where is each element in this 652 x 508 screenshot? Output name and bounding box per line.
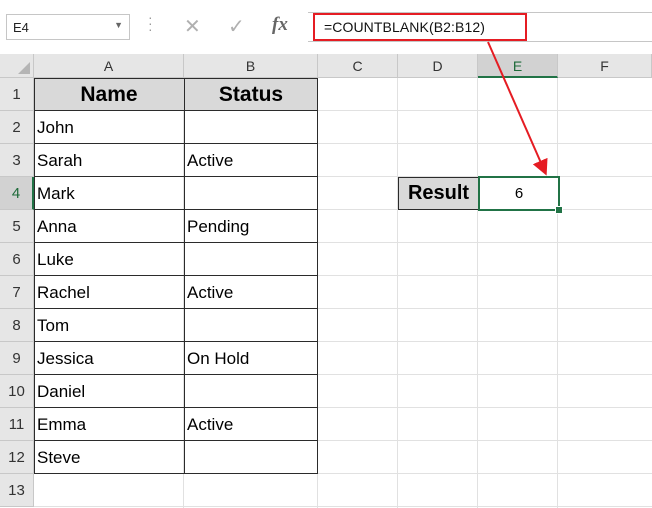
result-cell[interactable]: 6 bbox=[478, 176, 560, 211]
status-cell[interactable]: Active bbox=[184, 276, 318, 309]
header-cell-name[interactable]: Name bbox=[34, 78, 184, 111]
name-cell[interactable]: Sarah bbox=[34, 144, 184, 177]
name-cell[interactable]: Jessica bbox=[34, 342, 184, 375]
status-cell[interactable] bbox=[184, 309, 318, 342]
row-header-11[interactable]: 11 bbox=[0, 408, 34, 441]
status-cell[interactable] bbox=[184, 375, 318, 408]
name-cell[interactable]: Anna bbox=[34, 210, 184, 243]
column-header-f[interactable]: F bbox=[558, 54, 652, 78]
table-border bbox=[34, 341, 318, 342]
status-cell[interactable] bbox=[184, 111, 318, 144]
select-all-icon bbox=[18, 62, 30, 74]
table-border bbox=[34, 110, 318, 111]
row-header-4[interactable]: 4 bbox=[0, 177, 34, 210]
status-cell[interactable]: Pending bbox=[184, 210, 318, 243]
name-cell[interactable]: John bbox=[34, 111, 184, 144]
table-border bbox=[34, 308, 318, 309]
name-cell[interactable]: Daniel bbox=[34, 375, 184, 408]
gridline bbox=[477, 78, 478, 508]
status-cell[interactable]: Active bbox=[184, 408, 318, 441]
status-cell[interactable] bbox=[184, 243, 318, 276]
row-header-8[interactable]: 8 bbox=[0, 309, 34, 342]
column-header-e[interactable]: E bbox=[478, 54, 558, 78]
table-border bbox=[34, 374, 318, 375]
name-cell[interactable]: Rachel bbox=[34, 276, 184, 309]
column-header-d[interactable]: D bbox=[398, 54, 478, 78]
fill-handle[interactable] bbox=[555, 206, 563, 214]
row-header-7[interactable]: 7 bbox=[0, 276, 34, 309]
table-border bbox=[184, 78, 185, 474]
gridline bbox=[557, 78, 558, 508]
status-cell[interactable] bbox=[184, 177, 318, 210]
name-cell[interactable]: Luke bbox=[34, 243, 184, 276]
select-all-button[interactable] bbox=[0, 54, 34, 78]
row-header-2[interactable]: 2 bbox=[0, 111, 34, 144]
status-cell[interactable] bbox=[184, 441, 318, 474]
name-cell[interactable]: Steve bbox=[34, 441, 184, 474]
row-header-6[interactable]: 6 bbox=[0, 243, 34, 276]
row-header-13[interactable]: 13 bbox=[0, 474, 34, 507]
table-border bbox=[317, 78, 318, 474]
table-border bbox=[34, 242, 318, 243]
row-header-5[interactable]: 5 bbox=[0, 210, 34, 243]
gridline bbox=[397, 78, 398, 508]
table-border bbox=[34, 143, 318, 144]
header-cell-status[interactable]: Status bbox=[184, 78, 318, 111]
row-header-10[interactable]: 10 bbox=[0, 375, 34, 408]
column-header-c[interactable]: C bbox=[318, 54, 398, 78]
table-border bbox=[34, 209, 318, 210]
table-border bbox=[34, 176, 318, 177]
name-cell[interactable]: Mark bbox=[34, 177, 184, 210]
name-cell[interactable]: Emma bbox=[34, 408, 184, 441]
table-border bbox=[34, 440, 318, 441]
column-header-a[interactable]: A bbox=[34, 54, 184, 78]
name-cell[interactable]: Tom bbox=[34, 309, 184, 342]
result-label[interactable]: Result bbox=[398, 177, 479, 210]
table-border bbox=[34, 473, 318, 474]
row-header-3[interactable]: 3 bbox=[0, 144, 34, 177]
spreadsheet-grid: ABCDEF 1 2 3 4 5 6 7 8 9 10 11 12 13 Name Status John S… bbox=[0, 0, 652, 508]
row-header-1[interactable]: 1 bbox=[0, 78, 34, 111]
table-border bbox=[34, 78, 318, 79]
status-cell[interactable]: On Hold bbox=[184, 342, 318, 375]
status-cell[interactable]: Active bbox=[184, 144, 318, 177]
column-header-b[interactable]: B bbox=[184, 54, 318, 78]
table-border bbox=[34, 78, 35, 474]
gridline bbox=[34, 506, 652, 507]
row-header-9[interactable]: 9 bbox=[0, 342, 34, 375]
table-border bbox=[34, 407, 318, 408]
table-border bbox=[34, 275, 318, 276]
row-header-12[interactable]: 12 bbox=[0, 441, 34, 474]
